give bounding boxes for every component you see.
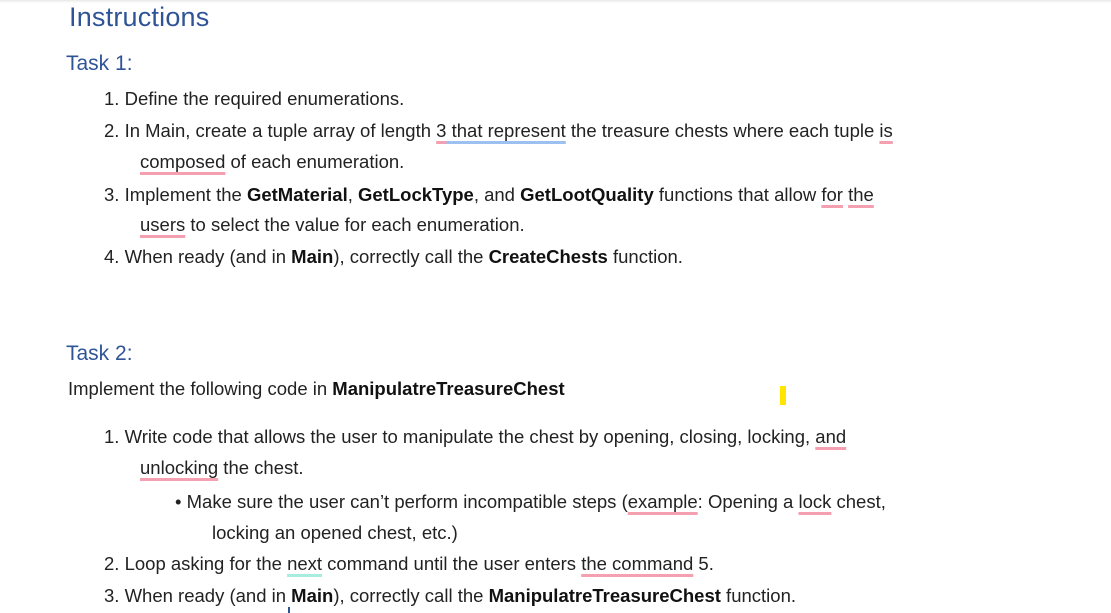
item-text: , and: [473, 184, 521, 205]
spelling-flag[interactable]: composed: [140, 151, 225, 172]
item-text: function.: [607, 246, 683, 267]
item-text: the chest.: [218, 457, 304, 478]
task2-item-1-continued: unlocking the chest.: [140, 456, 304, 480]
spelling-flag[interactable]: users: [140, 214, 185, 235]
function-name: ManipulatreTreasureChest: [488, 585, 721, 606]
task1-item-4: 4. When ready (and in Main), correctly c…: [104, 245, 683, 269]
spelling-flag[interactable]: and: [815, 426, 846, 447]
task2-item-2: 2. Loop asking for the next command unti…: [104, 552, 714, 576]
list-number: 2.: [104, 120, 120, 141]
item-text: chest,: [831, 491, 886, 512]
item-text: When ready (and in: [124, 585, 292, 606]
function-name: GetLockType: [358, 184, 474, 205]
item-text: Implement the: [124, 184, 247, 205]
task2-item-1-bullet-continued: locking an opened chest, etc.): [212, 521, 458, 545]
task1-item-3: 3. Implement the GetMaterial, GetLockTyp…: [104, 183, 874, 207]
list-number: 2.: [104, 553, 120, 574]
task1-item-2: 2. In Main, create a tuple array of leng…: [104, 119, 893, 143]
task2-heading: Task 2:: [66, 342, 133, 365]
item-text: ,: [347, 184, 358, 205]
item-text: ), correctly call the: [333, 246, 489, 267]
spelling-flag[interactable]: for: [821, 184, 843, 205]
item-text: Make sure the user can’t perform incompa…: [186, 491, 628, 512]
task2-item-1: 1. Write code that allows the user to ma…: [104, 425, 846, 449]
spelling-flag[interactable]: 3: [436, 120, 446, 141]
text-cursor-highlight: [780, 386, 786, 405]
task2-item-1-bullet: • Make sure the user can’t perform incom…: [175, 490, 886, 514]
item-text: functions that allow: [653, 184, 822, 205]
spelling-flag[interactable]: is: [879, 120, 892, 141]
document-title: Instructions: [69, 2, 210, 32]
item-text: locking an opened chest, etc.): [212, 522, 458, 543]
item-text: command until the user enters: [322, 553, 582, 574]
item-text: Loop asking for the: [124, 553, 288, 574]
item-text: 5.: [693, 553, 714, 574]
task2-item-3: 3. When ready (and in Main), correctly c…: [104, 584, 796, 608]
task1-item-3-continued: users to select the value for each enume…: [140, 213, 525, 237]
item-text: function.: [720, 585, 796, 606]
function-name: CreateChests: [488, 246, 608, 267]
item-text: to select the value for each enumeration…: [185, 214, 525, 235]
bullet-icon: •: [175, 491, 182, 512]
list-number: 4.: [104, 246, 120, 267]
function-name: Main: [291, 585, 334, 606]
item-text: ), correctly call the: [333, 585, 489, 606]
task2-intro: Implement the following code in Manipula…: [68, 377, 565, 401]
spelling-flag[interactable]: example: [628, 491, 698, 512]
list-number: 3.: [104, 585, 120, 606]
spelling-flag[interactable]: the command: [581, 553, 693, 574]
item-text: Implement the following code in: [68, 378, 333, 399]
style-flag[interactable]: next: [287, 553, 322, 574]
item-text: Define the required enumerations.: [124, 88, 405, 109]
list-number: 1.: [104, 426, 120, 447]
item-text: of each enumeration.: [225, 151, 405, 172]
task1-item-1: 1. Define the required enumerations.: [104, 87, 404, 111]
spelling-flag[interactable]: the: [848, 184, 874, 205]
spelling-flag[interactable]: unlocking: [140, 457, 218, 478]
grammar-flag[interactable]: that represent: [452, 120, 566, 141]
item-text: In Main, create a tuple array of length: [124, 120, 437, 141]
item-text: Write code that allows the user to manip…: [124, 426, 816, 447]
function-name: ManipulatreTreasureChest: [332, 378, 565, 399]
list-number: 1.: [104, 88, 120, 109]
text-caret: [288, 607, 290, 613]
function-name: Main: [291, 246, 334, 267]
item-text: : Opening a: [697, 491, 799, 512]
spelling-flag[interactable]: lock: [798, 491, 831, 512]
function-name: GetMaterial: [246, 184, 348, 205]
item-text: When ready (and in: [124, 246, 292, 267]
task1-heading: Task 1:: [66, 52, 133, 75]
item-text: the treasure chests where each tuple: [565, 120, 880, 141]
task1-item-2-continued: composed of each enumeration.: [140, 150, 404, 174]
list-number: 3.: [104, 184, 120, 205]
function-name: GetLootQuality: [520, 184, 654, 205]
